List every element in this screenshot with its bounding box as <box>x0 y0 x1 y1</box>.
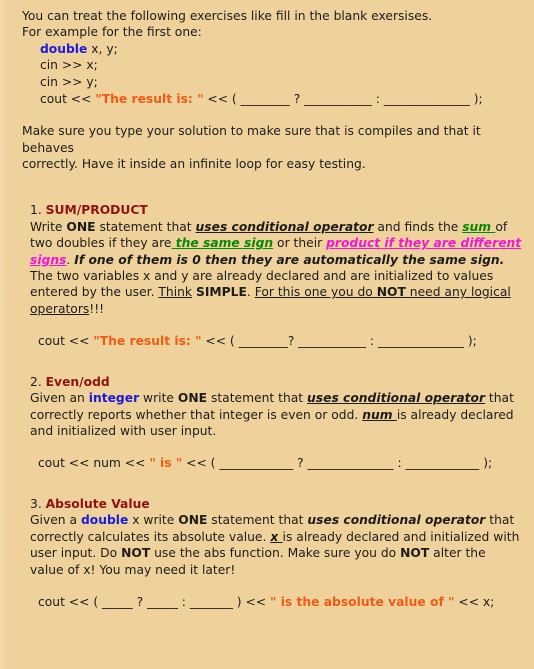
keyword-integer: integer <box>88 391 140 406</box>
emph-uses-conditional-operator: uses conditional operator <box>307 513 486 528</box>
emph-one: ONE <box>178 513 208 528</box>
cout-prefix: cout << ( _____ ? _____ : _______ ) << <box>38 595 270 610</box>
text-frag: For this one you do <box>254 285 377 300</box>
text-frag: Given an <box>30 391 89 406</box>
emph-think: Think <box>158 285 193 300</box>
code-line-cin-x: cin >> x; <box>40 58 98 73</box>
cout-prefix: cout << <box>40 91 96 106</box>
left-margin-strip <box>0 0 4 669</box>
emph-one: ONE <box>177 391 208 406</box>
exercise-1-code: cout << "The result is: " << ( ________?… <box>30 333 522 350</box>
emph-not-1: NOT <box>121 546 151 561</box>
cout-suffix: << ( ________ ? ___________ : __________… <box>203 91 483 106</box>
cout-suffix: << ( ________? ___________ : ___________… <box>201 334 477 349</box>
cout-suffix: << x; <box>454 595 495 610</box>
intro-line-1: You can treat the following exercises li… <box>22 9 433 23</box>
string-literal: " is " <box>149 456 183 471</box>
text-frag: statement that <box>95 219 196 234</box>
emph-simple: SIMPLE <box>195 285 247 300</box>
cout-prefix: cout << <box>38 334 94 349</box>
intro-line-2: For example for the first one: <box>22 25 202 40</box>
text-frag: . <box>246 285 255 300</box>
emph-uses-conditional-operator: uses conditional operator <box>195 219 374 234</box>
cout-prefix: cout << num << <box>38 456 150 471</box>
exercise-2-code: cout << num << " is " << ( ____________ … <box>30 455 522 472</box>
exercise-3-title: Absolute Value <box>45 497 150 512</box>
example-code-block: double x, y; cin >> x; cin >> y; cout <<… <box>22 41 522 107</box>
exercise-1-body: Write ONE statement that uses conditiona… <box>30 219 522 317</box>
exercise-2-heading: 2. Even/odd <box>30 374 522 390</box>
code-line-declaration: double x, y; <box>40 41 522 58</box>
emph-one: ONE <box>66 219 96 234</box>
exercise-1-heading: 1. SUM/PRODUCT <box>30 202 522 218</box>
declaration-rest: x, y; <box>87 41 118 56</box>
emph-zero-rule: If one of them is 0 then they are automa… <box>74 252 505 267</box>
cout-suffix: << ( ____________ ? ______________ : ___… <box>182 456 493 471</box>
exercise-2-title: Even/odd <box>45 374 110 389</box>
text-frag: statement that <box>207 513 308 528</box>
emph-x: x <box>270 529 283 544</box>
emph-num: num <box>362 407 397 422</box>
text-frag: !!! <box>89 301 105 316</box>
exercise-3-heading: 3. Absolute Value <box>30 496 522 512</box>
note-line-1: Make sure you type your solution to make… <box>22 124 481 155</box>
text-frag: Write <box>30 219 67 234</box>
string-literal: "The result is: " <box>95 91 204 106</box>
text-frag: statement that <box>207 391 308 406</box>
code-line-cout-example: cout << "The result is: " << ( ________ … <box>40 91 522 108</box>
exercise-1-number: 1. <box>30 203 42 218</box>
exercise-3: 3. Absolute Value Given a double x write… <box>22 496 522 611</box>
exercise-1: 1. SUM/PRODUCT Write ONE statement that … <box>22 202 522 349</box>
exercise-2-number: 2. <box>30 374 42 389</box>
string-literal: " is the absolute value of " <box>270 595 455 610</box>
exercise-document: You can treat the following exercises li… <box>0 0 534 669</box>
note-line-2: correctly. Have it inside an infinite lo… <box>22 157 366 171</box>
text-frag: use the abs function. Make sure you do <box>150 546 401 561</box>
text-frag: or their <box>273 236 327 251</box>
emph-uses-conditional-operator: uses conditional operator <box>307 391 486 406</box>
string-literal: "The result is: " <box>93 334 202 349</box>
text-frag: x write <box>128 513 179 528</box>
emph-same-sign: the same sign <box>171 236 274 251</box>
text-frag: write <box>139 391 178 406</box>
exercise-3-code: cout << ( _____ ? _____ : _______ ) << "… <box>30 594 522 611</box>
exercise-2-body: Given an integer write ONE statement tha… <box>30 390 522 439</box>
exercise-3-number: 3. <box>30 497 42 512</box>
keyword-double: double <box>40 41 88 56</box>
exercise-1-title: SUM/PRODUCT <box>45 203 148 218</box>
exercise-2: 2. Even/odd Given an integer write ONE s… <box>22 374 522 472</box>
code-line-cin-y: cin >> y; <box>40 75 98 89</box>
emph-not-2: NOT <box>400 546 430 561</box>
emph-not: NOT <box>376 285 406 300</box>
text-frag: and finds the <box>373 219 463 234</box>
text-frag: Given a <box>30 513 81 528</box>
emph-sum: sum <box>462 219 496 234</box>
exercise-3-body: Given a double x write ONE statement tha… <box>30 512 522 578</box>
keyword-double: double <box>80 513 129 528</box>
